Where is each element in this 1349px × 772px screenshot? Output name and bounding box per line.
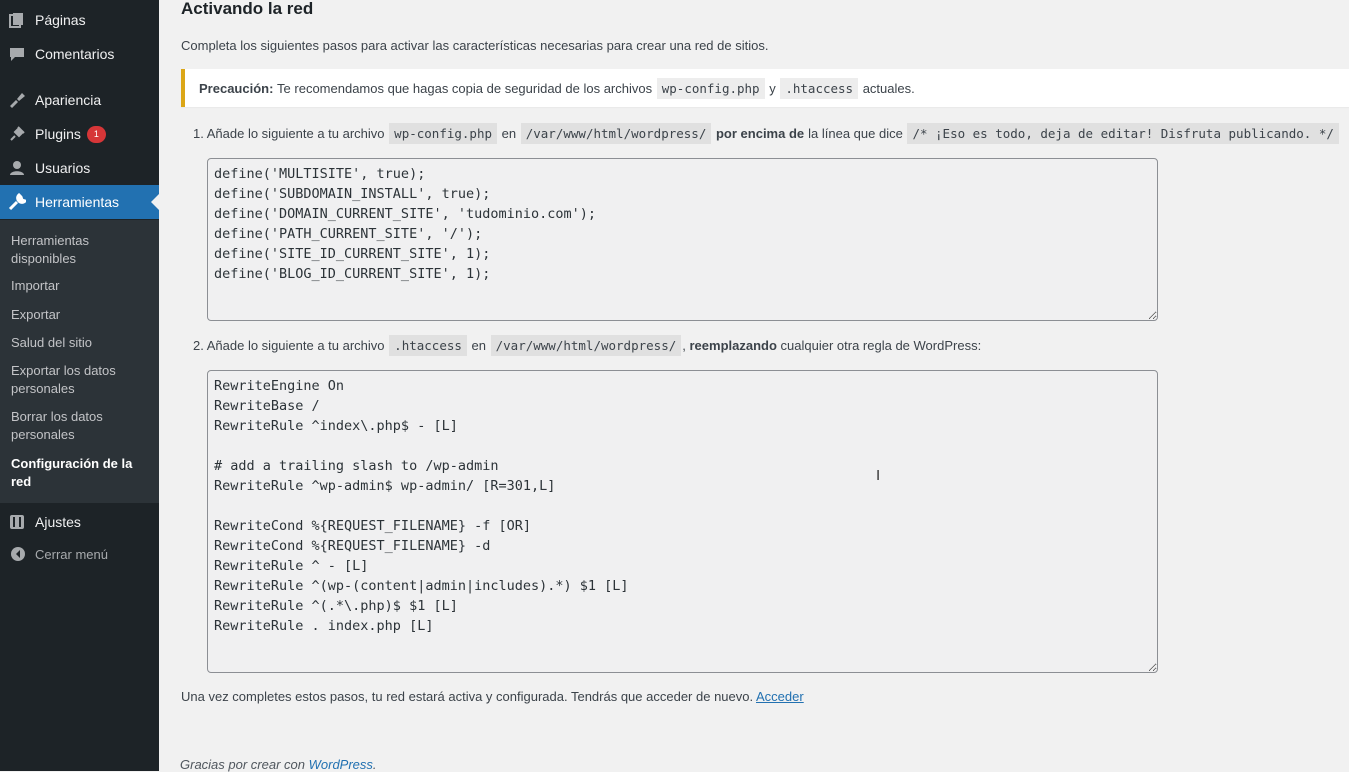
login-link[interactable]: Acceder	[756, 689, 804, 704]
notice-text: actuales.	[862, 80, 915, 96]
menu-label: Usuarios	[35, 160, 91, 176]
step-text: en	[501, 126, 517, 141]
menu-item-pages[interactable]: Páginas	[0, 3, 159, 37]
intro-text: Completa los siguientes pasos para activ…	[181, 38, 769, 53]
menu-item-settings[interactable]: Ajustes	[0, 505, 159, 539]
step-1-instruction: 1. Añade lo siguiente a tu archivo wp-co…	[193, 123, 1340, 144]
footer-credit: Gracias por crear con WordPress.	[180, 757, 377, 772]
plugin-update-badge: 1	[86, 125, 106, 143]
page-title: Activando la red	[181, 0, 314, 18]
step-strong: reemplazando	[689, 338, 777, 353]
step-code: /* ¡Eso es todo, deja de editar! Disfrut…	[907, 123, 1339, 144]
menu-label: Plugins	[35, 126, 81, 142]
submenu-import[interactable]: Importar	[11, 277, 151, 295]
step-text: Añade lo siguiente a tu archivo	[206, 126, 385, 141]
menu-item-appearance[interactable]: Apariencia	[0, 83, 159, 117]
text-cursor-icon: I	[876, 467, 881, 484]
menu-item-plugins[interactable]: Plugins 1	[0, 117, 159, 151]
warning-notice: Precaución: Te recomendamos que hagas co…	[181, 69, 1349, 107]
wordpress-link[interactable]: WordPress	[309, 757, 373, 772]
step-text: ,	[682, 338, 686, 353]
menu-label: Comentarios	[35, 46, 115, 62]
submenu-site-health[interactable]: Salud del sitio	[11, 334, 151, 352]
step-code: wp-config.php	[389, 123, 498, 144]
menu-item-users[interactable]: Usuarios	[0, 151, 159, 185]
notice-code: wp-config.php	[656, 77, 765, 99]
wp-config-code-textarea[interactable]	[207, 158, 1158, 321]
submenu-erase-personal-data[interactable]: Borrar los datos personales	[11, 408, 151, 444]
main-content: Activando la red Completa los siguientes…	[159, 0, 1349, 772]
step-strong: por encima de	[715, 126, 805, 141]
comments-icon	[8, 45, 26, 63]
htaccess-code-textarea[interactable]	[207, 370, 1158, 673]
menu-item-comments[interactable]: Comentarios	[0, 37, 159, 71]
notice-text: y	[769, 80, 776, 96]
settings-icon	[8, 513, 26, 531]
plugins-icon	[8, 125, 26, 143]
footer-text: Gracias por crear con	[180, 757, 305, 772]
submenu-available-tools[interactable]: Herramientas disponibles	[11, 232, 151, 268]
menu-label: Páginas	[35, 12, 86, 28]
collapse-menu-button[interactable]: Cerrar menú	[0, 541, 159, 567]
step-number: 2.	[193, 338, 204, 353]
notice-strong: Precaución:	[199, 80, 274, 96]
step-number: 1.	[193, 126, 204, 141]
step-2-instruction: 2. Añade lo siguiente a tu archivo .htac…	[193, 335, 982, 356]
completion-text: Una vez completes estos pasos, tu red es…	[181, 689, 804, 704]
menu-label: Ajustes	[35, 514, 81, 530]
collapse-label: Cerrar menú	[35, 546, 108, 562]
step-text: cualquier otra regla de WordPress:	[780, 338, 982, 353]
step-code: .htaccess	[389, 335, 467, 356]
step-text: Añade lo siguiente a tu archivo	[206, 338, 385, 353]
pages-icon	[8, 11, 26, 29]
notice-code: .htaccess	[780, 77, 859, 99]
menu-label: Herramientas	[35, 194, 120, 210]
step-code: /var/www/html/wordpress/	[490, 335, 682, 356]
footer-text: .	[372, 757, 377, 772]
outro-text: Una vez completes estos pasos, tu red es…	[181, 689, 754, 704]
admin-sidebar: Páginas Comentarios Apariencia Plugins 1…	[0, 0, 159, 771]
menu-item-tools[interactable]: Herramientas	[0, 185, 159, 219]
users-icon	[8, 159, 26, 177]
step-text: la línea que dice	[808, 126, 903, 141]
step-code: /var/www/html/wordpress/	[520, 123, 712, 144]
submenu-export-personal-data[interactable]: Exportar los datos personales	[11, 362, 151, 398]
step-text: en	[471, 338, 486, 353]
wrench-icon	[8, 193, 26, 211]
submenu-export[interactable]: Exportar	[11, 306, 151, 324]
tools-submenu: Herramientas disponibles Importar Export…	[0, 220, 159, 503]
menu-label: Apariencia	[35, 92, 102, 108]
notice-text: Te recomendamos que hagas copia de segur…	[277, 80, 653, 96]
submenu-network-setup[interactable]: Configuración de la red	[11, 455, 151, 491]
collapse-arrow-icon	[10, 546, 26, 562]
appearance-icon	[8, 91, 26, 109]
